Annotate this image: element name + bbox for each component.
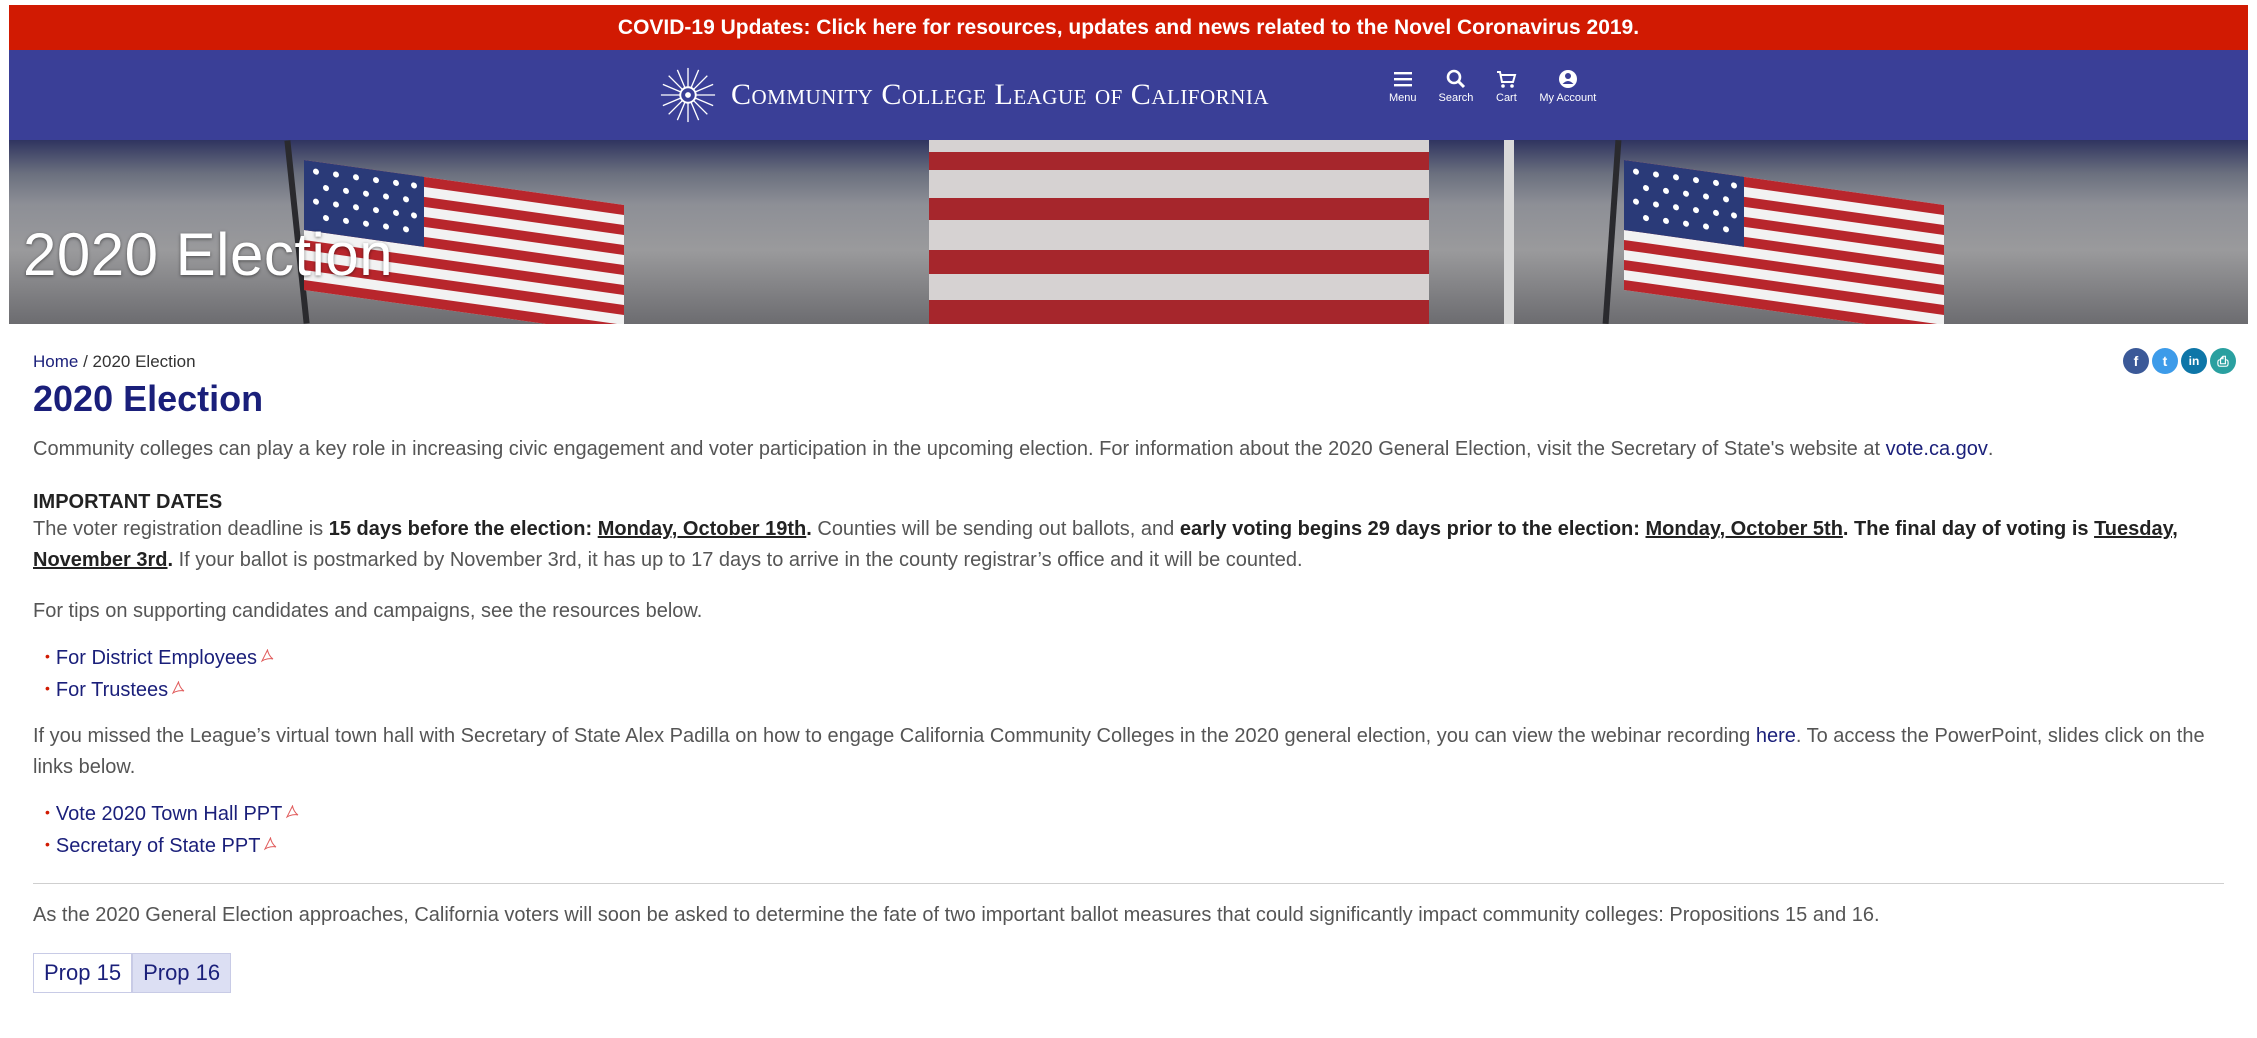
dates-bold-2-text: early voting begins 29 days prior to the… (1179, 518, 1646, 540)
important-dates-heading: IMPORTANT DATES (33, 491, 223, 513)
print-icon[interactable]: ⎙ (2210, 348, 2236, 374)
intro-text: Community colleges can play a key role i… (33, 438, 1886, 460)
list-item: • Secretary of State PPT (45, 831, 2236, 863)
intro-end: . (1987, 438, 1994, 460)
hero-title: 2020 Election (23, 221, 394, 288)
search-icon (1446, 69, 1466, 89)
bullet: • (45, 804, 50, 820)
dates-text-2: Counties will be sending out ballots, an… (811, 518, 1180, 540)
page-title: 2020 Election (33, 378, 264, 419)
breadcrumb-current: 2020 Election (92, 352, 196, 371)
intro-paragraph: Community colleges can play a key role i… (33, 434, 2224, 465)
cart-button[interactable]: Cart (1495, 68, 1517, 104)
account-button[interactable]: My Account (1539, 68, 1596, 104)
account-label: My Account (1539, 92, 1597, 104)
main-content: Home / 2020 Election f t in ⎙ 2020 Elect… (9, 324, 2248, 993)
divider (33, 883, 2224, 884)
flag-pole (1504, 140, 1514, 324)
twitter-icon[interactable]: t (2152, 348, 2178, 374)
us-flag-image (1624, 160, 1944, 324)
cart-icon (1497, 71, 1517, 88)
bullet: • (45, 648, 50, 664)
center-flag-image (929, 140, 1429, 324)
dates-text-3: If your ballot is postmarked by November… (173, 549, 1303, 571)
pdf-icon (261, 648, 274, 662)
hero-banner: 2020 Election (9, 140, 2248, 324)
proposition-tabs: Prop 15 Prop 16 (33, 953, 2236, 993)
menu-button[interactable]: Menu (1389, 68, 1417, 104)
brand-name: Community College League of California (731, 78, 1269, 111)
search-button[interactable]: Search (1438, 68, 1474, 104)
tab-prop-15[interactable]: Prop 15 (33, 953, 133, 993)
page-frame: COVID-19 Updates: Click here for resourc… (9, 5, 2248, 1038)
breadcrumb-separator: / (78, 352, 93, 371)
bullet: • (45, 680, 50, 696)
townhall-text: If you missed the League’s virtual town … (33, 725, 1756, 747)
list-item: • Vote 2020 Town Hall PPT (45, 799, 2236, 831)
resources-list: • For District Employees • For Trustees (45, 643, 2236, 707)
league-logo-icon (660, 67, 716, 123)
bullet: • (45, 836, 50, 852)
site-header: Community College League of California M… (9, 50, 2248, 140)
share-buttons: f t in ⎙ (2123, 348, 2236, 374)
webinar-recording-link[interactable]: here (1756, 725, 1796, 747)
list-item: • For District Employees (45, 643, 2236, 675)
cart-label: Cart (1496, 92, 1517, 104)
dates-bold-3-text: . The final day of voting is (1842, 518, 2095, 540)
townhall-paragraph: If you missed the League’s virtual town … (33, 721, 2224, 783)
breadcrumb-home-link[interactable]: Home (33, 352, 78, 371)
breadcrumb: Home / 2020 Election (33, 352, 196, 372)
dates-bold-1-text: 15 days before the election: (328, 518, 598, 540)
topline: Home / 2020 Election f t in ⎙ (21, 324, 2236, 374)
town-hall-ppt-link[interactable]: Vote 2020 Town Hall PPT (56, 803, 282, 825)
menu-label: Menu (1389, 92, 1417, 104)
pdf-icon (286, 804, 299, 818)
account-icon (1558, 70, 1577, 88)
menu-icon (1393, 72, 1412, 87)
propositions-paragraph: As the 2020 General Election approaches,… (33, 904, 1880, 926)
covid-banner[interactable]: COVID-19 Updates: Click here for resourc… (9, 5, 2248, 50)
vote-ca-gov-link[interactable]: vote.ca.gov (1886, 438, 1988, 460)
covid-banner-link[interactable]: COVID-19 Updates: Click here for resourc… (618, 16, 1639, 40)
dates-bold-1: 15 days before the election: Monday, Oct… (329, 518, 812, 540)
pdf-icon (264, 836, 277, 850)
tab-prop-16[interactable]: Prop 16 (132, 953, 232, 993)
facebook-icon[interactable]: f (2123, 348, 2149, 374)
tips-paragraph: For tips on supporting candidates and ca… (33, 600, 703, 622)
powerpoint-list: • Vote 2020 Town Hall PPT • Secretary of S… (45, 799, 2236, 863)
secretary-of-state-ppt-link[interactable]: Secretary of State PPT (56, 835, 261, 857)
header-nav: Menu Search Cart My Account (1389, 68, 1618, 104)
flag-pole (1602, 140, 1622, 324)
brand[interactable]: Community College League of California (659, 66, 1269, 124)
list-item: • For Trustees (45, 675, 2236, 707)
dates-text-1: The voter registration deadline is (33, 518, 329, 540)
trustees-link[interactable]: For Trustees (56, 679, 168, 701)
important-dates-paragraph: The voter registration deadline is 15 da… (33, 514, 2224, 576)
linkedin-icon[interactable]: in (2181, 348, 2207, 374)
search-label: Search (1438, 92, 1474, 104)
pdf-icon (172, 680, 185, 694)
district-employees-link[interactable]: For District Employees (56, 647, 257, 669)
early-voting-date: Monday, October 5th (1645, 518, 1843, 540)
registration-deadline: Monday, October 19th (597, 518, 807, 540)
